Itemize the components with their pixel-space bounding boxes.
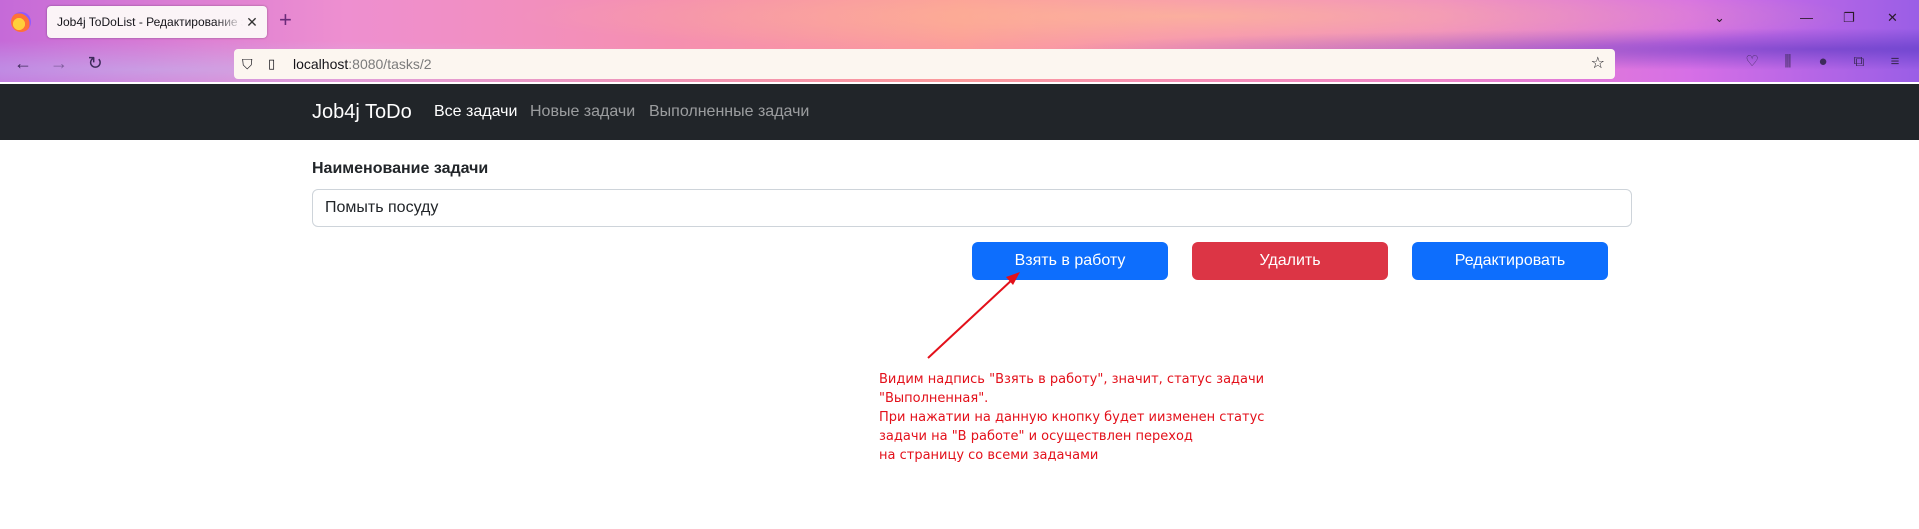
url-bar[interactable]: ⛉ ▯ localhost:8080/tasks/2 ☆ [234, 49, 1615, 79]
bookmark-star-icon[interactable]: ☆ [1591, 49, 1605, 79]
tab-title: Job4j ToDoList - Редактирование за [57, 15, 243, 29]
extensions-icon[interactable]: ⧉ [1848, 51, 1870, 73]
url-host: localhost [293, 56, 349, 72]
url-path: :8080/tasks/2 [348, 56, 432, 72]
list-all-tabs-icon[interactable]: ⌄ [1714, 10, 1725, 26]
page-info-icon[interactable]: ▯ [268, 49, 275, 79]
pocket-icon[interactable]: ♡ [1741, 51, 1763, 73]
annotation-text: Видим надпись "Взять в работу", значит, … [879, 372, 1265, 463]
new-tab-icon[interactable]: + [279, 9, 292, 31]
back-icon[interactable]: ← [11, 51, 35, 75]
browser-tab[interactable]: Job4j ToDoList - Редактирование за ✕ [47, 6, 267, 38]
tab-close-icon[interactable]: ✕ [243, 6, 261, 38]
forward-icon[interactable]: → [47, 51, 71, 75]
navigation-toolbar: ← → ↻ ⛉ ▯ localhost:8080/tasks/2 ☆ ♡ ⫼ ●… [0, 47, 1919, 81]
menu-icon[interactable]: ≡ [1884, 51, 1906, 73]
account-icon[interactable]: ● [1812, 51, 1834, 73]
reload-icon[interactable]: ↻ [83, 51, 107, 75]
shield-icon[interactable]: ⛉ [242, 49, 253, 79]
firefox-logo-icon[interactable] [11, 12, 31, 32]
restore-icon[interactable]: ❐ [1843, 10, 1855, 26]
minimize-icon[interactable]: — [1800, 10, 1813, 25]
close-window-icon[interactable]: ✕ [1887, 10, 1898, 26]
library-icon[interactable]: ⫼ [1777, 51, 1799, 73]
